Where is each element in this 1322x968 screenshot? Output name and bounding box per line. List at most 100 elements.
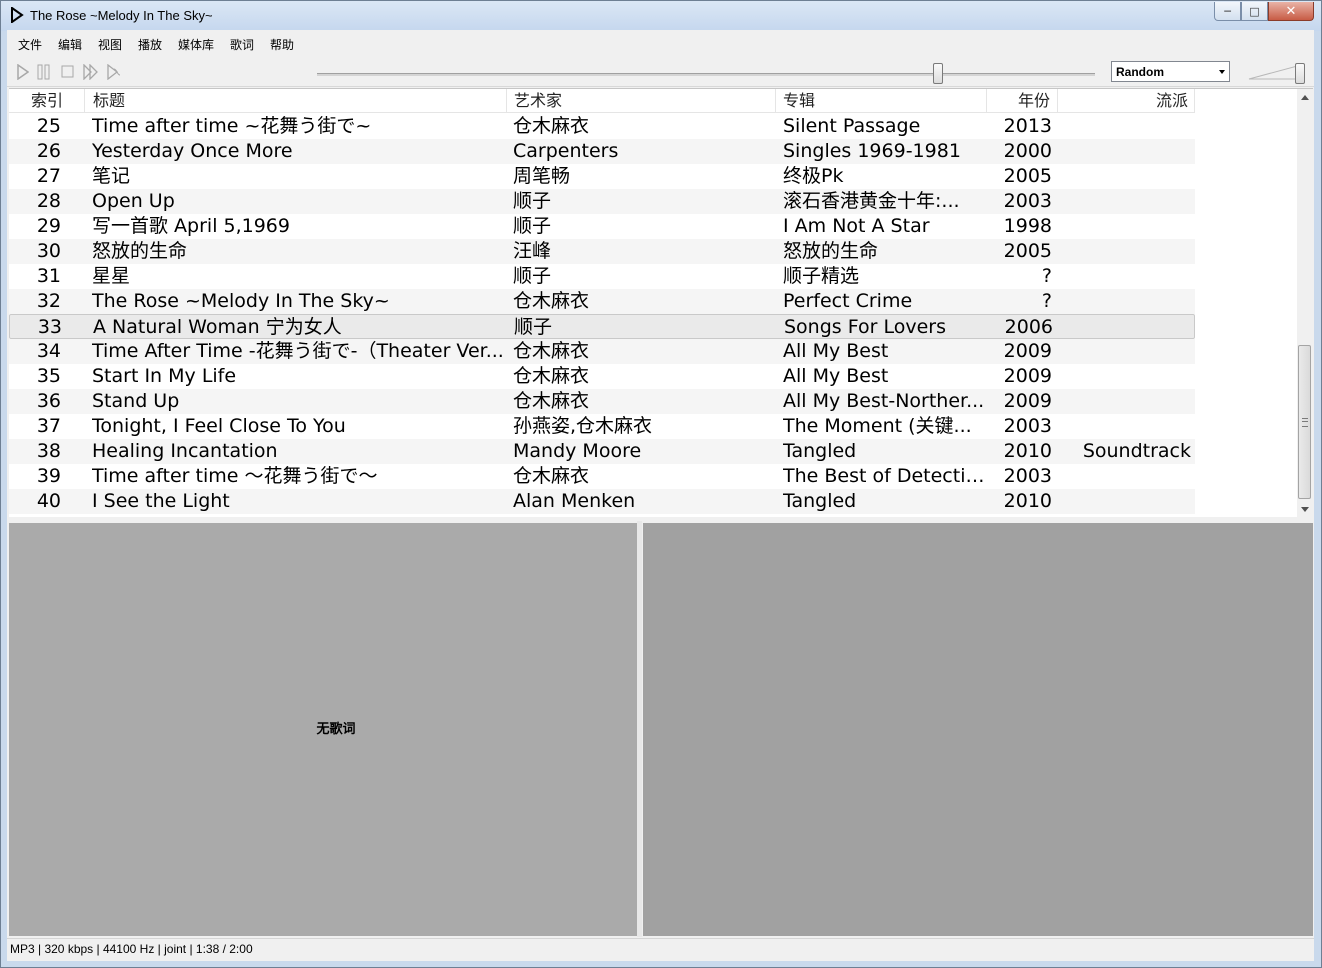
seek-track[interactable] (317, 73, 1095, 76)
volume-slider-thumb[interactable] (1295, 63, 1305, 84)
track-title: A Natural Woman 宁为女人 (93, 316, 342, 338)
table-row[interactable]: 28 Open Up 顺子 滚石香港黄金十年:... 2003 (9, 189, 1195, 214)
track-artist: 仓木麻衣 (513, 365, 590, 387)
track-album: All My Best (783, 365, 889, 387)
track-artist: 仓木麻衣 (513, 390, 590, 412)
table-row[interactable]: 31 星星 顺子 顺子精选? (9, 264, 1195, 289)
track-year: ? (1041, 290, 1052, 312)
stop-icon[interactable] (61, 64, 75, 80)
playlist-view[interactable]: 索引 标题 艺术家 专辑 年份 流派 25 Time after time ~花舞… (9, 88, 1313, 517)
track-index: 39 (36, 465, 61, 487)
menu-help[interactable]: 帮助 (270, 36, 294, 53)
track-genre (1059, 139, 1191, 164)
track-album: All My Best-Norther... (783, 390, 985, 412)
track-year: 2003 (1003, 190, 1052, 212)
toolbar: Random (7, 56, 1314, 87)
table-row[interactable]: 34 Time After Time -花舞う街で-（Theater Ver...… (9, 339, 1195, 364)
track-album: Tangled (783, 490, 857, 512)
menu-view[interactable]: 视图 (98, 36, 122, 53)
table-row[interactable]: 37 Tonight, I Feel Close To You 孙燕姿,仓木麻衣 Th… (9, 414, 1195, 439)
menu-edit[interactable]: 编辑 (58, 36, 82, 53)
column-header-index[interactable]: 索引 (9, 89, 85, 112)
track-year: 2006 (1004, 316, 1053, 338)
playback-mode-value: Random (1116, 65, 1164, 79)
scrollbar-thumb[interactable] (1298, 345, 1311, 499)
table-row[interactable]: 38 Healing Incantation Mandy Moore Tangled 2… (9, 439, 1195, 464)
column-header-title[interactable]: 标题 (85, 89, 507, 112)
track-album: All My Best (783, 340, 889, 362)
table-row[interactable]: 33 A Natural Woman 宁为女人 顺子 Songs For Lovers… (9, 314, 1195, 339)
table-row[interactable]: 40 I See the Light Alan Menken Tangled 2010 (9, 489, 1195, 514)
track-album: The Best of Detectiv... (783, 465, 988, 487)
no-lyrics-label: 无歌词 (316, 722, 356, 737)
menu-lyrics[interactable]: 歌词 (230, 36, 254, 53)
track-title: Tonight, I Feel Close To You (92, 415, 346, 437)
table-row[interactable]: 29 写一首歌 April 5,1969 顺子 I Am Not A Star 1998 (9, 214, 1195, 239)
playback-mode-select[interactable]: Random (1111, 61, 1230, 82)
track-genre (1059, 239, 1191, 264)
track-genre (1059, 189, 1191, 214)
scroll-down-arrow-icon[interactable] (1297, 501, 1313, 517)
title-bar: The Rose ~Melody In The Sky~ ─ □ ✕ (1, 1, 1321, 31)
play-icon[interactable] (17, 64, 29, 80)
track-index: 38 (36, 440, 61, 462)
track-index: 25 (36, 115, 61, 137)
next-icon[interactable] (83, 64, 99, 80)
menu-file[interactable]: 文件 (18, 36, 42, 53)
track-title: Healing Incantation (92, 440, 278, 462)
random-next-icon[interactable] (107, 64, 123, 80)
track-year: 2005 (1003, 240, 1052, 262)
column-header-artist[interactable]: 艺术家 (507, 89, 776, 112)
column-header-year[interactable]: 年份 (987, 89, 1058, 112)
track-artist: 仓木麻衣 (513, 465, 590, 487)
menu-library[interactable]: 媒体库 (178, 36, 214, 53)
column-header-genre[interactable]: 流派 (1058, 89, 1195, 112)
table-row[interactable]: 39 Time after time ～花舞う街で～ 仓木麻衣 The Best of… (9, 464, 1195, 489)
table-row[interactable]: 36 Stand Up 仓木麻衣 All My Best-Norther... 2009 (9, 389, 1195, 414)
maximize-icon: □ (1249, 4, 1260, 18)
table-row[interactable]: 25 Time after time ~花舞う街で~ 仓木麻衣 Silent Pass… (9, 114, 1195, 139)
track-index: 36 (36, 390, 61, 412)
track-year: 2009 (1003, 340, 1052, 362)
table-row[interactable]: 26 Yesterday Once More Carpenters Singles 1… (9, 139, 1195, 164)
track-year: ? (1041, 265, 1052, 287)
scroll-up-arrow-icon[interactable] (1297, 89, 1313, 105)
column-header-album[interactable]: 专辑 (776, 89, 987, 112)
close-button[interactable]: ✕ (1268, 2, 1314, 21)
playlist-scrollbar[interactable] (1297, 89, 1313, 517)
status-text: MP3 | 320 kbps | 44100 Hz | joint | 1:38… (10, 942, 253, 956)
track-index: 28 (36, 190, 61, 212)
maximize-button[interactable]: □ (1241, 2, 1268, 21)
table-row[interactable]: 30 怒放的生命 汪峰 怒放的生命 2005 (9, 239, 1195, 264)
track-artist: Carpenters (513, 140, 619, 162)
track-album: Singles 1969-1981 (783, 140, 961, 162)
table-row[interactable]: 27 笔记 周笔畅 终极Pk 2005 (9, 164, 1195, 189)
track-title: 星星 (92, 265, 131, 287)
track-artist: 周笔畅 (513, 165, 571, 187)
table-row[interactable]: 35 Start In My Life 仓木麻衣 All My Best 2009 (9, 364, 1195, 389)
track-title: 笔记 (92, 165, 131, 187)
chevron-down-icon (1219, 70, 1225, 74)
track-index: 30 (36, 240, 61, 262)
track-artist: 仓木麻衣 (513, 115, 590, 137)
pause-icon[interactable] (37, 64, 51, 80)
track-year: 2000 (1003, 140, 1052, 162)
track-genre (1059, 414, 1191, 439)
track-artist: 顺子 (513, 265, 552, 287)
track-year: 1998 (1003, 215, 1052, 237)
track-title: Time after time ～花舞う街で～ (92, 465, 378, 487)
seek-slider-thumb[interactable] (933, 63, 943, 84)
track-index: 34 (36, 340, 61, 362)
lyrics-pane: 无歌词 (9, 523, 637, 936)
track-genre: Soundtrack (1082, 440, 1191, 462)
track-album: 怒放的生命 (783, 240, 879, 262)
track-artist: 顺子 (514, 316, 553, 338)
table-row[interactable]: 32 The Rose ~Melody In The Sky~ 仓木麻衣 Perfec… (9, 289, 1195, 314)
app-logo-icon (11, 7, 24, 23)
minimize-button[interactable]: ─ (1214, 2, 1241, 21)
menu-play[interactable]: 播放 (138, 36, 162, 53)
track-artist: Mandy Moore (513, 440, 642, 462)
pane-splitter[interactable] (637, 521, 642, 937)
track-year: 2003 (1003, 415, 1052, 437)
track-genre (1059, 464, 1191, 489)
